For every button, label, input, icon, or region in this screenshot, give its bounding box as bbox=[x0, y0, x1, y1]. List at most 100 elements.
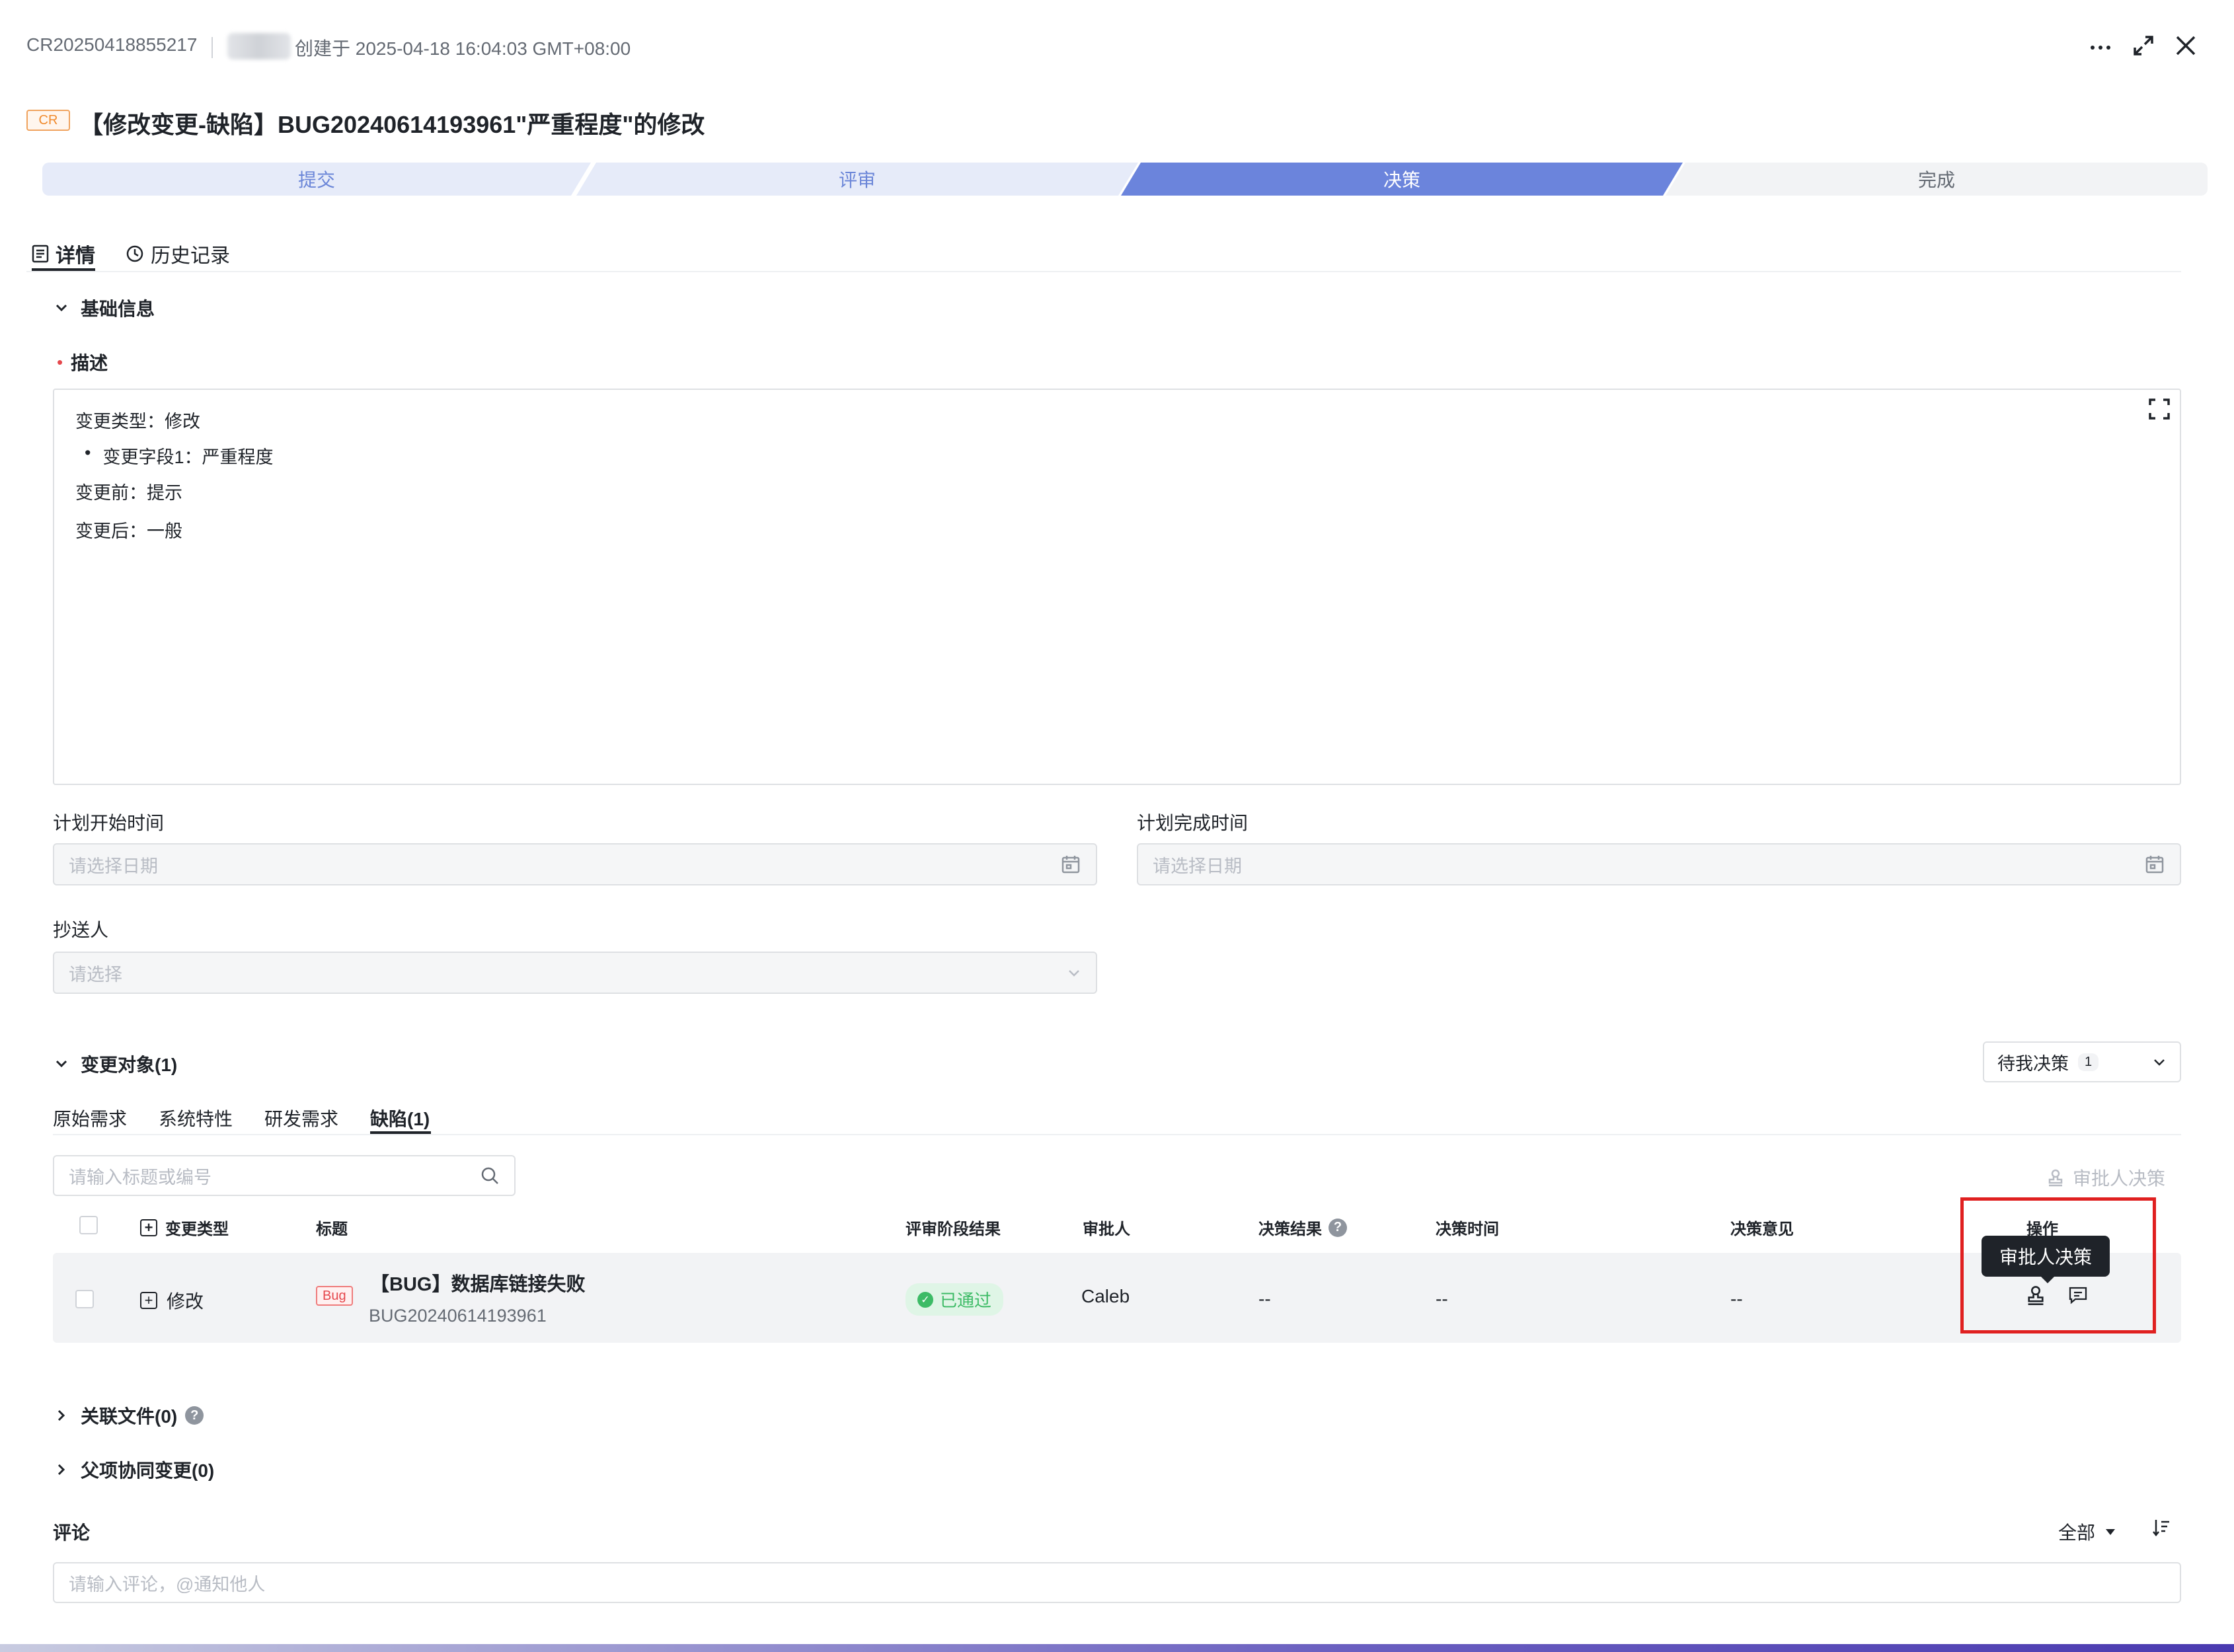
search-input[interactable]: 请输入标题或编号 bbox=[53, 1155, 516, 1196]
stamp-icon bbox=[2046, 1168, 2065, 1187]
chevron-down-icon bbox=[1067, 965, 1081, 980]
pass-badge: ✓ 已通过 bbox=[905, 1283, 1004, 1316]
search-placeholder: 请输入标题或编号 bbox=[69, 1167, 212, 1187]
calendar-icon bbox=[1060, 854, 1081, 875]
comments-filter-label: 全部 bbox=[2058, 1522, 2096, 1543]
pass-label: 已通过 bbox=[940, 1291, 992, 1310]
parent-changes-header[interactable]: 父项协同变更(0) bbox=[54, 1456, 214, 1483]
cc-select[interactable]: 请选择 bbox=[53, 952, 1097, 994]
document-icon bbox=[32, 244, 49, 263]
col-approver: 审批人 bbox=[1083, 1220, 1130, 1238]
subtab-active-indicator bbox=[370, 1131, 431, 1134]
subtab-original-requirement[interactable]: 原始需求 bbox=[53, 1105, 127, 1131]
header-divider bbox=[212, 37, 213, 58]
row-change-type: + 修改 bbox=[140, 1287, 204, 1314]
search-icon bbox=[480, 1166, 500, 1185]
row-checkbox[interactable] bbox=[75, 1290, 94, 1308]
step-submit: 提交 bbox=[42, 163, 591, 196]
sort-icon[interactable] bbox=[2151, 1517, 2172, 1538]
desc-line: 变更字段1：严重程度 bbox=[102, 447, 274, 467]
row-bug-tag: Bug bbox=[316, 1286, 353, 1306]
help-icon[interactable]: ? bbox=[185, 1406, 204, 1425]
plan-end-field[interactable]: 请选择日期 bbox=[1137, 843, 2181, 885]
created-info: 创建于 2025-04-18 16:04:03 GMT+08:00 bbox=[295, 38, 631, 59]
row-decision-result: -- bbox=[1258, 1289, 1271, 1309]
page-title: 【修改变更-缺陷】BUG20240614193961"严重程度"的修改 bbox=[79, 111, 705, 138]
decision-filter-label: 待我决策 bbox=[1997, 1053, 2069, 1074]
desc-label-row: • 描述 bbox=[57, 349, 108, 375]
col-decision-comment: 决策意见 bbox=[1730, 1220, 1794, 1238]
bug-tag: Bug bbox=[316, 1286, 353, 1306]
row-title[interactable]: 【BUG】数据库链接失败 bbox=[370, 1269, 585, 1296]
subtab-defects[interactable]: 缺陷(1) bbox=[370, 1105, 430, 1131]
clock-icon bbox=[126, 244, 144, 263]
select-all-checkbox[interactable] bbox=[79, 1216, 98, 1234]
expand-row-icon[interactable]: + bbox=[140, 1292, 157, 1309]
desc-label: 描述 bbox=[71, 353, 108, 373]
subtab-dev-requirement[interactable]: 研发需求 bbox=[264, 1105, 338, 1131]
calendar-icon bbox=[2144, 854, 2165, 875]
parent-changes-title: 父项协同变更(0) bbox=[81, 1460, 215, 1481]
chevron-right-icon bbox=[54, 1462, 69, 1477]
tab-details[interactable]: 详情 bbox=[32, 239, 95, 268]
change-objects-title: 变更对象(1) bbox=[81, 1055, 178, 1075]
desc-bullet-line: • 变更字段1：严重程度 bbox=[85, 443, 273, 469]
tabs-divider bbox=[26, 271, 2181, 272]
review-result-badge: ✓ 已通过 bbox=[905, 1283, 1004, 1316]
help-icon[interactable]: ? bbox=[1329, 1218, 1347, 1237]
close-icon[interactable] bbox=[2173, 33, 2198, 58]
check-icon: ✓ bbox=[917, 1291, 933, 1308]
comment-placeholder: 请输入评论，@通知他人 bbox=[69, 1574, 266, 1595]
basic-info-header[interactable]: 基础信息 bbox=[54, 295, 155, 321]
cr-tag: CR bbox=[26, 110, 70, 131]
decision-filter-select[interactable]: 待我决策 1 bbox=[1983, 1041, 2181, 1082]
step-decision: 决策 bbox=[1121, 163, 1683, 196]
comment-input[interactable]: 请输入评论，@通知他人 bbox=[53, 1562, 2181, 1603]
subtab-system-feature[interactable]: 系统特性 bbox=[159, 1105, 233, 1131]
desc-line: 变更类型：修改 bbox=[75, 412, 200, 432]
related-files-header[interactable]: 关联文件(0) ? bbox=[54, 1402, 204, 1429]
row-decision-time: -- bbox=[1436, 1289, 1448, 1309]
expand-icon[interactable] bbox=[2131, 33, 2156, 58]
plan-start-field[interactable]: 请选择日期 bbox=[53, 843, 1097, 885]
basic-info-title: 基础信息 bbox=[81, 299, 155, 319]
caret-down-icon bbox=[2104, 1527, 2116, 1536]
comments-title: 评论 bbox=[53, 1522, 91, 1543]
chevron-down-icon bbox=[54, 301, 69, 315]
expand-all-icon[interactable]: + bbox=[140, 1219, 157, 1236]
required-marker: • bbox=[57, 352, 63, 372]
comments-filter[interactable]: 全部 bbox=[2058, 1519, 2116, 1545]
approver-decision-button[interactable]: 审批人决策 bbox=[2046, 1164, 2165, 1191]
creator-avatar-blurred bbox=[227, 33, 291, 59]
plan-end-placeholder: 请选择日期 bbox=[1153, 856, 1242, 876]
col-review-result: 评审阶段结果 bbox=[905, 1220, 1001, 1238]
description-editor[interactable]: 变更类型：修改 • 变更字段1：严重程度 变更前：提示 变更后：一般 bbox=[53, 389, 2181, 785]
highlight-box bbox=[1960, 1197, 2156, 1333]
col-decision-result-label: 决策结果 bbox=[1258, 1220, 1322, 1238]
col-decision-result: 决策结果 ? bbox=[1258, 1216, 1347, 1239]
row-decision-comment: -- bbox=[1730, 1289, 1743, 1309]
col-title: 标题 bbox=[316, 1220, 348, 1238]
cc-label: 抄送人 bbox=[53, 920, 109, 940]
change-objects-header[interactable]: 变更对象(1) bbox=[54, 1051, 177, 1077]
approver-decision-label: 审批人决策 bbox=[2073, 1168, 2166, 1189]
bullet: • bbox=[85, 443, 91, 463]
record-id: CR20250418855217 bbox=[26, 34, 198, 55]
more-horizontal-icon[interactable] bbox=[2087, 32, 2114, 58]
desc-line: 变更后：一般 bbox=[75, 521, 182, 541]
plan-start-placeholder: 请选择日期 bbox=[69, 856, 158, 876]
chevron-down-icon bbox=[2152, 1055, 2167, 1069]
tab-history[interactable]: 历史记录 bbox=[126, 239, 230, 268]
progress-steps: 提交 评审 决策 完成 bbox=[42, 163, 2208, 196]
step-review: 评审 bbox=[576, 163, 1138, 196]
fullscreen-icon[interactable] bbox=[2148, 398, 2171, 420]
tab-details-label: 详情 bbox=[56, 245, 95, 267]
step-complete: 完成 bbox=[1666, 163, 2208, 196]
chevron-right-icon bbox=[54, 1408, 69, 1423]
window-bottom-edge bbox=[0, 1644, 2234, 1652]
plan-start-label: 计划开始时间 bbox=[53, 813, 165, 833]
tab-history-label: 历史记录 bbox=[151, 245, 230, 267]
plan-end-label: 计划完成时间 bbox=[1137, 813, 1249, 833]
decision-filter-value: 待我决策 1 bbox=[1997, 1049, 2099, 1075]
row-code: BUG20240614193961 bbox=[369, 1306, 547, 1326]
